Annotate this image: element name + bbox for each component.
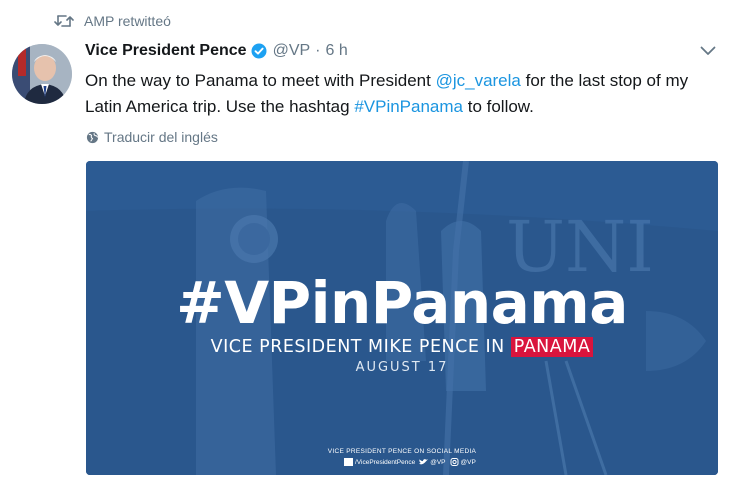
facebook-handle: /VicePresidentPence bbox=[355, 458, 416, 466]
chevron-down-icon[interactable] bbox=[700, 46, 716, 56]
media-social-title: VICE PRESIDENT PENCE ON SOCIAL MEDIA bbox=[327, 448, 477, 455]
media-subtitle-prefix: VICE PRESIDENT MIKE PENCE IN bbox=[210, 337, 511, 357]
twitter-handle: @VP bbox=[430, 458, 446, 466]
instagram-handle: @VP bbox=[460, 458, 476, 466]
media-social-handles: /VicePresidentPence @VP @VP bbox=[340, 458, 476, 466]
separator-dot: · bbox=[315, 42, 321, 59]
instagram-icon bbox=[450, 458, 459, 466]
retweet-context: AMP retwitteó bbox=[54, 10, 171, 32]
avatar[interactable] bbox=[12, 44, 72, 104]
facebook-icon bbox=[344, 458, 353, 466]
tweet-media-image[interactable]: UNI #VPinPanama VICE PRESIDENT MIKE PENC… bbox=[86, 161, 718, 475]
translate-label[interactable]: Traducir del inglés bbox=[104, 129, 218, 145]
media-subtitle: VICE PRESIDENT MIKE PENCE IN PANAMA bbox=[86, 337, 718, 357]
media-subtitle-highlight: PANAMA bbox=[510, 337, 594, 357]
tweet-text: On the way to Panama to meet with Presid… bbox=[85, 68, 715, 120]
author-handle[interactable]: @VP bbox=[273, 42, 311, 60]
mention-link[interactable]: @jc_varela bbox=[436, 71, 521, 90]
media-date: AUGUST 17 bbox=[355, 360, 449, 375]
tweet-text-plain: to follow. bbox=[463, 97, 534, 116]
media-hashtag-title: #VPinPanama bbox=[176, 269, 628, 337]
verified-badge-icon bbox=[251, 43, 267, 59]
globe-icon bbox=[86, 131, 99, 143]
twitter-bird-icon bbox=[419, 459, 429, 465]
retweet-icon bbox=[54, 15, 74, 27]
translate-link[interactable]: Traducir del inglés bbox=[86, 129, 218, 145]
hashtag-link[interactable]: #VPinPanama bbox=[354, 97, 463, 116]
tweet-text-plain: On the way to Panama to meet with Presid… bbox=[85, 71, 436, 90]
tweet-timestamp[interactable]: 6 h bbox=[326, 42, 348, 60]
tweet-header: Vice President Pence @VP · 6 h bbox=[85, 42, 348, 60]
retweeted-by-label[interactable]: AMP retwitteó bbox=[84, 13, 171, 29]
author-name[interactable]: Vice President Pence bbox=[85, 42, 247, 60]
